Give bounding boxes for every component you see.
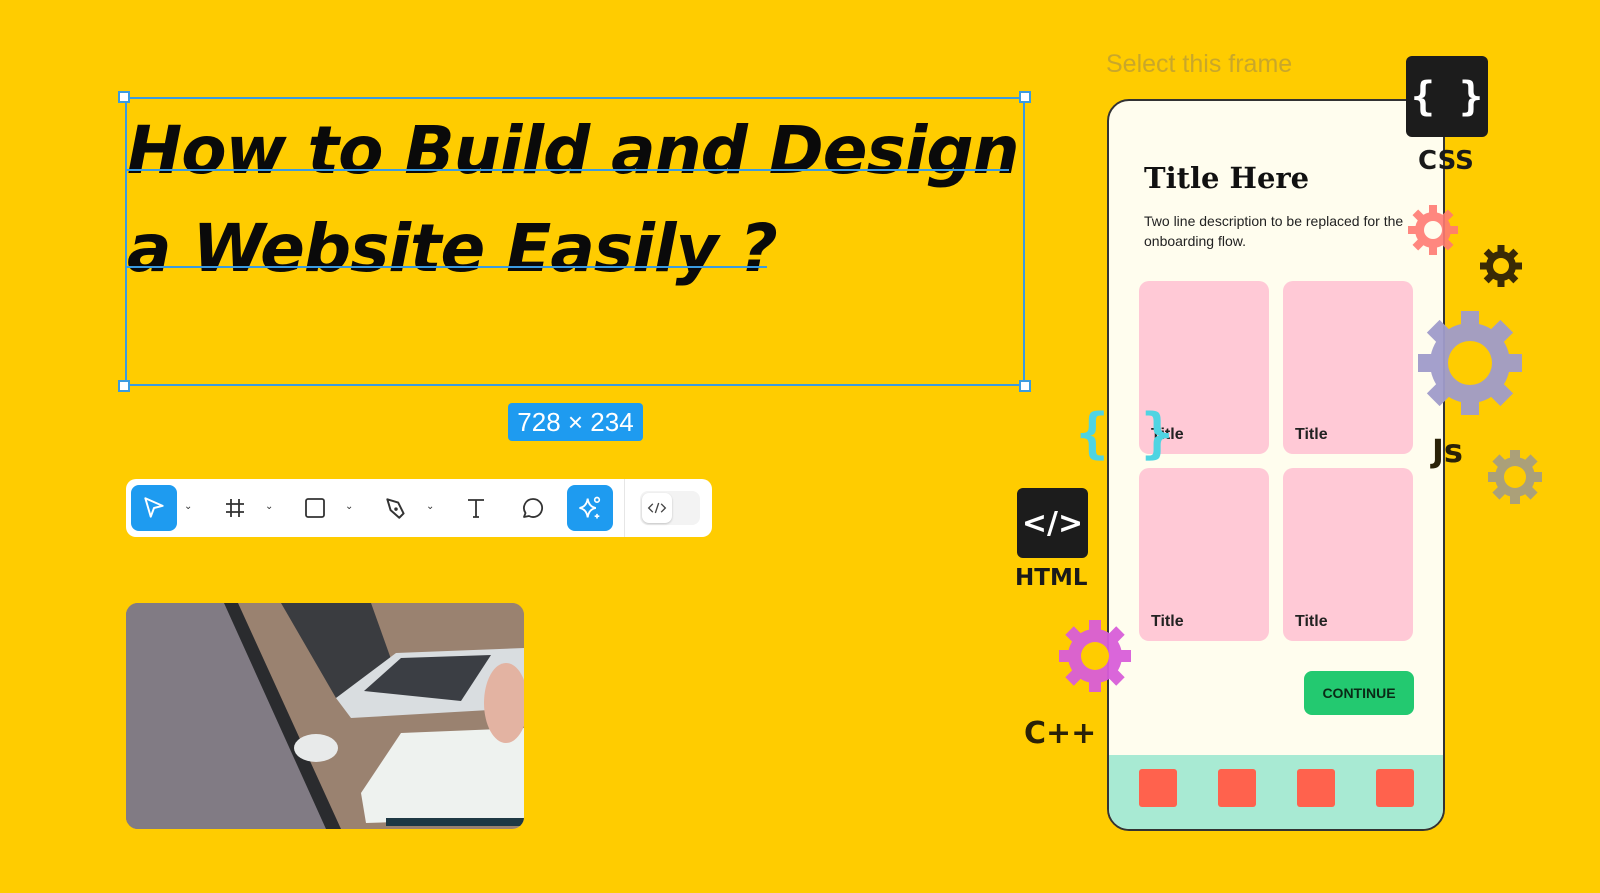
continue-button[interactable]: CONTINUE — [1304, 671, 1414, 715]
mockup-description: Two line description to be replaced for … — [1144, 213, 1404, 249]
gear-icon — [1480, 245, 1522, 287]
move-tool-button[interactable] — [131, 485, 177, 531]
card-title: Title — [1151, 613, 1184, 630]
frame-tool-dropdown[interactable]: ⌄ — [265, 501, 275, 513]
mockup-card[interactable]: Title — [1283, 281, 1413, 454]
nav-item[interactable] — [1139, 769, 1177, 807]
mobile-frame[interactable]: Title Here Two line description to be re… — [1107, 99, 1445, 831]
text-baseline-1 — [127, 169, 1009, 171]
code-icon — [647, 502, 667, 514]
gear-icon — [1488, 450, 1542, 504]
comment-tool-button[interactable] — [510, 485, 556, 531]
resize-handle-bottom-right[interactable] — [1019, 380, 1031, 392]
nav-item[interactable] — [1218, 769, 1256, 807]
text-icon — [468, 499, 484, 518]
laptop-desk-image — [126, 603, 524, 829]
design-toolbar: ⌄ ⌄ ⌄ ⌄ — [126, 479, 712, 537]
dimension-badge: 728 × 234 — [508, 403, 643, 441]
workspace-photo — [126, 603, 524, 829]
frame-hash-icon — [226, 499, 244, 517]
cursor-icon — [144, 497, 164, 518]
resize-handle-bottom-left[interactable] — [118, 380, 130, 392]
sparkle-icon — [579, 496, 601, 519]
toolbar-divider — [624, 479, 625, 537]
card-title: Title — [1295, 426, 1328, 443]
pen-tool-dropdown[interactable]: ⌄ — [426, 501, 436, 513]
gear-icon — [1418, 311, 1522, 415]
nav-item[interactable] — [1376, 769, 1414, 807]
mockup-bottom-nav — [1109, 755, 1443, 829]
dev-mode-knob — [642, 493, 672, 523]
comment-icon — [523, 498, 544, 518]
ai-tool-button[interactable] — [567, 485, 613, 531]
mockup-card[interactable]: Title — [1283, 468, 1413, 641]
headline-line-1: How to Build and Design — [127, 112, 1020, 189]
headline-text[interactable]: How to Build and Design a Website Easily… — [127, 102, 1027, 298]
move-tool-dropdown[interactable]: ⌄ — [184, 501, 194, 513]
js-label: Js — [1432, 432, 1463, 470]
curly-braces-icon: { } — [1076, 402, 1174, 465]
frame-hint-label: Select this frame — [1106, 50, 1293, 78]
gear-icon — [1059, 620, 1131, 692]
shape-tool-button[interactable] — [292, 485, 338, 531]
dev-mode-toggle[interactable] — [640, 491, 700, 525]
rectangle-icon — [305, 498, 325, 518]
nav-item[interactable] — [1297, 769, 1335, 807]
css-label: CSS — [1418, 146, 1474, 176]
html-icon: </> — [1017, 488, 1088, 558]
gear-icon — [1408, 205, 1458, 255]
html-label: HTML — [1015, 565, 1088, 591]
shape-tool-dropdown[interactable]: ⌄ — [345, 501, 355, 513]
card-title: Title — [1295, 613, 1328, 630]
mockup-card[interactable]: Title — [1139, 468, 1269, 641]
text-tool-button[interactable] — [453, 485, 499, 531]
text-baseline-2 — [127, 266, 767, 268]
pen-icon — [386, 498, 405, 519]
headline-line-2: a Website Easily ? — [127, 210, 778, 287]
pen-tool-button[interactable] — [373, 485, 419, 531]
frame-tool-button[interactable] — [212, 485, 258, 531]
css-icon: { } — [1406, 56, 1488, 137]
mockup-title: Title Here — [1144, 161, 1310, 195]
cpp-label: C++ — [1024, 716, 1097, 751]
